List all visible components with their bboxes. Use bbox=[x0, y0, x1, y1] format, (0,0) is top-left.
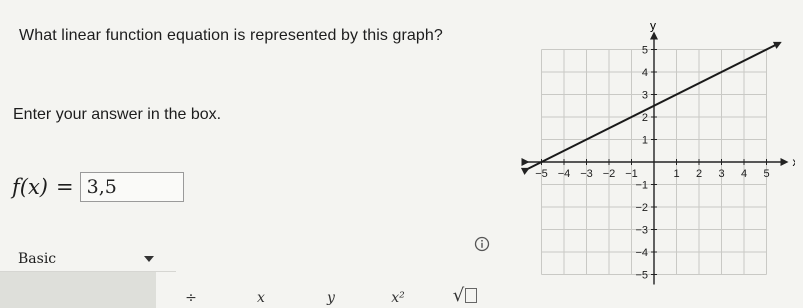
question-text: What linear function equation is represe… bbox=[19, 27, 443, 44]
x-tick-label: 4 bbox=[741, 168, 747, 180]
function-graph: xy −5−4−3−2−11234554321−1−2−3−4−5 bbox=[520, 19, 796, 285]
sqrt-icon: √ bbox=[452, 285, 465, 306]
y-tick-label: 2 bbox=[642, 112, 648, 124]
square-button[interactable]: x² bbox=[366, 272, 430, 308]
mode-selected-label: Basic bbox=[18, 250, 57, 267]
y-axis-label: y bbox=[650, 19, 656, 33]
answer-row: f(x) = bbox=[12, 172, 184, 202]
x-tick-label: −4 bbox=[558, 168, 571, 180]
divide-button[interactable]: ÷ bbox=[156, 272, 226, 308]
mode-dropdown[interactable]: Basic bbox=[0, 246, 176, 272]
y-tick-label: −4 bbox=[635, 247, 648, 259]
instruction-text: Enter your answer in the box. bbox=[13, 106, 222, 123]
answer-input[interactable] bbox=[79, 172, 184, 202]
x-tick-label: −3 bbox=[580, 168, 593, 180]
y-tick-label: −1 bbox=[635, 180, 648, 192]
y-tick-label: −5 bbox=[635, 270, 648, 282]
x-variable-button[interactable]: x bbox=[226, 272, 296, 308]
y-tick-label: 4 bbox=[642, 67, 648, 79]
dropdown-arrow-icon bbox=[144, 255, 154, 262]
sqrt-button[interactable]: √ bbox=[430, 272, 500, 308]
toolbar-button-1[interactable] bbox=[0, 272, 78, 308]
x-tick-label: −5 bbox=[535, 168, 548, 180]
axes: xy bbox=[521, 19, 796, 285]
tick-labels: −5 −4 −3 −2 −1 1 2 3 4 5 5 4 3 2 1 −1 −2 −3 −4 −5 bbox=[535, 45, 769, 282]
y-tick-label: 3 bbox=[642, 90, 648, 102]
function-label: f(x) bbox=[12, 175, 49, 199]
y-variable-button[interactable]: y bbox=[296, 272, 366, 308]
y-tick-label: 5 bbox=[642, 45, 648, 57]
toolbar-button-2[interactable] bbox=[78, 272, 156, 308]
equals-sign: = bbox=[56, 175, 74, 199]
y-tick-label: 1 bbox=[642, 135, 648, 147]
x-tick-label: 3 bbox=[718, 168, 724, 180]
y-tick-label: −2 bbox=[635, 202, 648, 214]
x-tick-label: 2 bbox=[696, 168, 702, 180]
x-tick-label: −2 bbox=[603, 168, 616, 180]
math-toolbar: ÷ x y x² √ bbox=[0, 272, 500, 308]
x-tick-label: 1 bbox=[673, 168, 679, 180]
y-tick-label: −3 bbox=[635, 225, 648, 237]
info-icon[interactable] bbox=[474, 236, 490, 252]
x-tick-label: 5 bbox=[763, 168, 769, 180]
x-axis-label: x bbox=[793, 155, 796, 169]
x-tick-label: −1 bbox=[625, 168, 638, 180]
